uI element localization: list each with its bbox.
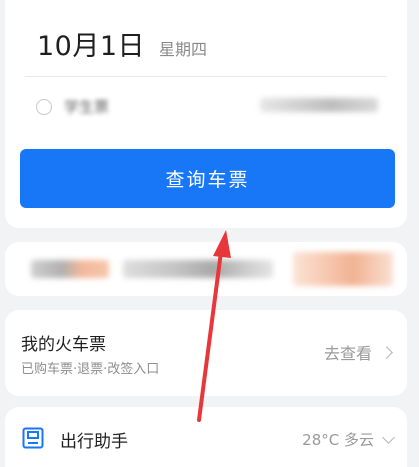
- promo-blur-2: [123, 260, 273, 278]
- travel-assistant-card[interactable]: 出行助手 28°C 多云: [5, 407, 407, 467]
- travel-weekday: 星期四: [159, 40, 208, 59]
- search-tickets-button[interactable]: 查询车票: [20, 149, 395, 208]
- view-tickets-link[interactable]: 去查看: [323, 340, 393, 364]
- divider: [25, 76, 387, 77]
- student-ticket-label: 学生票: [64, 98, 110, 116]
- chevron-right-icon: [380, 345, 393, 359]
- student-ticket-option[interactable]: 学生票: [36, 96, 109, 117]
- promo-banner[interactable]: [5, 242, 407, 296]
- chevron-down-icon: [382, 430, 395, 444]
- assistant-icon: [22, 427, 44, 449]
- assistant-title: 出行助手: [60, 432, 128, 452]
- weather-dropdown[interactable]: 28°C 多云: [302, 429, 395, 450]
- my-tickets-subtitle: 已购车票·退票·改签入口: [21, 362, 160, 377]
- promo-blur-3: [293, 252, 393, 286]
- blurred-option: [260, 98, 378, 112]
- date-selector[interactable]: 10月1日 星期四: [37, 24, 207, 63]
- view-tickets-label: 去查看: [323, 344, 372, 363]
- my-tickets-card[interactable]: 我的火车票 已购车票·退票·改签入口 去查看: [5, 310, 407, 396]
- weather-text: 28°C 多云: [302, 431, 374, 449]
- promo-blur-1: [31, 260, 109, 278]
- my-tickets-title: 我的火车票: [21, 335, 106, 355]
- travel-date[interactable]: 10月1日: [37, 24, 145, 63]
- booking-card: 10月1日 星期四 学生票 查询车票: [5, 0, 407, 228]
- student-ticket-radio[interactable]: [36, 98, 52, 115]
